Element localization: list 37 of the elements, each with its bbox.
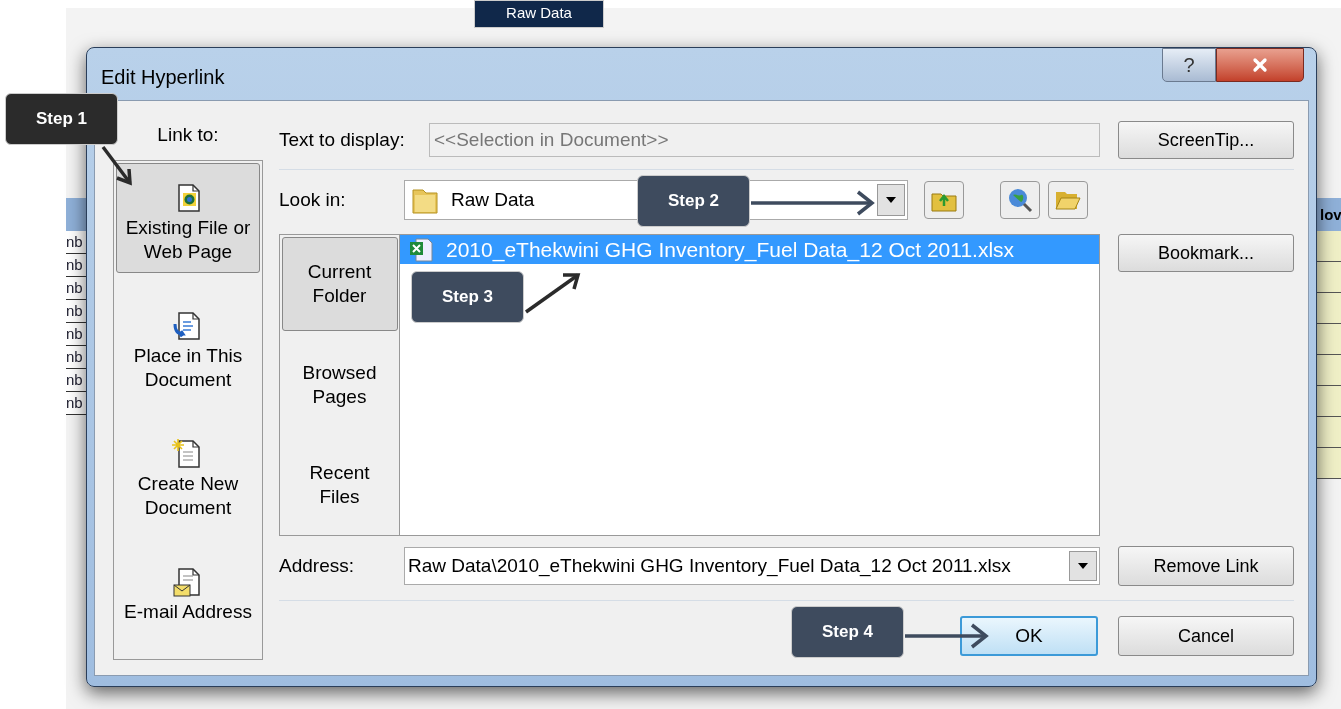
step-callout: Step 3 bbox=[411, 271, 524, 323]
link-to-item[interactable]: Existing File or Web Page bbox=[116, 162, 260, 273]
link-to-item[interactable]: E-mail Address bbox=[116, 546, 260, 633]
field-label: Link to: bbox=[157, 123, 219, 147]
field-label: Text to display: bbox=[279, 127, 406, 152]
spreadsheet-file-icon bbox=[408, 236, 434, 263]
dropdown-button[interactable] bbox=[877, 184, 905, 216]
cancel-button[interactable]: Cancel bbox=[1118, 616, 1294, 656]
field-label: Look in: bbox=[279, 187, 347, 212]
close-button[interactable] bbox=[1216, 48, 1304, 82]
caret-icon bbox=[886, 197, 896, 203]
caret-icon bbox=[1078, 563, 1088, 569]
browse-web-button[interactable] bbox=[1000, 181, 1040, 219]
link-to-item[interactable]: Place in This Document bbox=[116, 290, 260, 401]
folder-tab[interactable]: Browsed Pages bbox=[281, 339, 398, 431]
step-callout: Step 4 bbox=[791, 606, 904, 658]
up-folder-button[interactable] bbox=[924, 181, 964, 219]
folder-tab[interactable]: Recent Files bbox=[281, 439, 398, 531]
screentip-button[interactable]: ScreenTip... bbox=[1118, 121, 1294, 159]
ok-button[interactable]: OK bbox=[960, 616, 1098, 656]
remove-link-button[interactable]: Remove Link bbox=[1118, 546, 1294, 586]
help-button[interactable]: ? bbox=[1162, 48, 1216, 82]
window-title: Edit Hyperlink bbox=[101, 65, 225, 90]
pointer-arrow bbox=[525, 273, 581, 314]
bookmark-button[interactable]: Bookmark... bbox=[1118, 234, 1294, 272]
step-callout: Step 2 bbox=[637, 175, 750, 227]
step-callout: Step 1 bbox=[5, 93, 118, 145]
dropdown-button[interactable] bbox=[1069, 551, 1097, 581]
pointer-arrow bbox=[101, 145, 132, 186]
address-field[interactable]: Raw Data\2010_eThekwini GHG Inventory_Fuel Data_12 Oct 2011.xlsx bbox=[404, 547, 1100, 585]
folder-tab[interactable]: Current Folder bbox=[281, 237, 398, 331]
field-label: Address: bbox=[279, 553, 355, 578]
diagram-shape: Raw Data bbox=[474, 0, 604, 28]
open-folder-icon bbox=[1055, 189, 1081, 211]
globe-magnifier-icon bbox=[1007, 187, 1033, 213]
close-icon bbox=[1250, 55, 1270, 75]
link-to-item[interactable]: Create New Document bbox=[116, 418, 260, 529]
